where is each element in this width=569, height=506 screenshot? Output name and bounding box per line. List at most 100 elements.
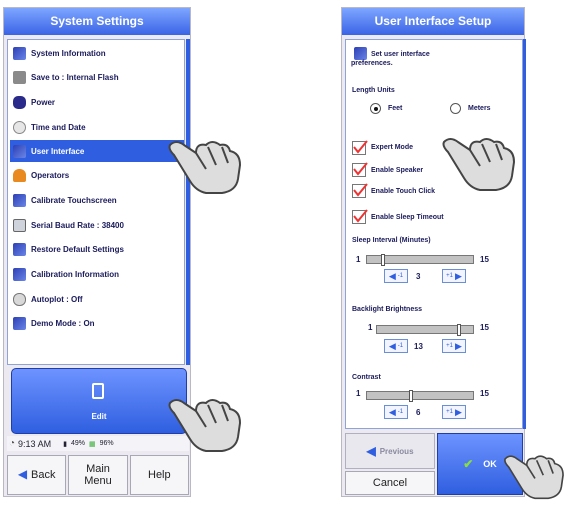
expert-mode-checkbox[interactable] bbox=[352, 140, 368, 155]
book-icon bbox=[13, 316, 26, 330]
pointing-hand-icon bbox=[168, 141, 242, 194]
slider-thumb[interactable] bbox=[381, 254, 385, 266]
serial-icon bbox=[13, 218, 26, 232]
increment-button[interactable]: +1 ▶ bbox=[442, 405, 466, 419]
slider-min: 1 bbox=[368, 323, 373, 332]
backlight-brightness-value: 13 bbox=[414, 342, 423, 351]
pointing-hand-icon bbox=[504, 455, 564, 500]
cancel-button[interactable]: Cancel bbox=[345, 471, 435, 495]
book-icon bbox=[13, 193, 26, 207]
enable-sleep-timeout-label: Enable Sleep Timeout bbox=[371, 214, 444, 221]
enable-touch-click-checkbox[interactable] bbox=[352, 183, 368, 198]
edit-button[interactable]: Edit bbox=[11, 368, 187, 434]
sleep-interval-value: 3 bbox=[416, 272, 421, 281]
slider-max: 15 bbox=[480, 323, 489, 332]
setup-intro-text: Set user interface preferences. bbox=[351, 51, 430, 67]
radio-feet[interactable] bbox=[370, 103, 381, 114]
back-button-label: Back bbox=[31, 468, 56, 481]
decrement-label: -1 bbox=[397, 273, 404, 279]
sleep-interval-slider[interactable] bbox=[366, 254, 474, 266]
settings-item-restore-defaults[interactable]: Restore Default Settings bbox=[10, 238, 184, 260]
previous-button[interactable]: ◀ Previous bbox=[345, 433, 435, 469]
status-bar: ◔ 9:13 AM ▮ 49% ▦ 96% bbox=[7, 436, 189, 451]
back-button[interactable]: ◀ Back bbox=[7, 455, 67, 495]
settings-list-scrollbar[interactable] bbox=[186, 39, 190, 365]
sleep-interval-label: Sleep Interval (Minutes) bbox=[352, 237, 431, 244]
clock-icon: ◔ bbox=[9, 438, 16, 449]
previous-arrow-icon: ◀ bbox=[366, 444, 376, 458]
contrast-label: Contrast bbox=[352, 374, 381, 381]
system-settings-panel: System Settings System Information Save … bbox=[3, 7, 191, 497]
increment-button[interactable]: +1 ▶ bbox=[442, 269, 466, 283]
edit-button-label: Edit bbox=[91, 412, 107, 421]
settings-item-demo-mode[interactable]: Demo Mode : On bbox=[10, 312, 184, 334]
book-icon bbox=[13, 46, 26, 60]
pointing-hand-icon bbox=[442, 138, 516, 191]
memory-level: 96% bbox=[99, 440, 114, 447]
settings-item-serial-baud-rate[interactable]: Serial Baud Rate : 38400 bbox=[10, 214, 184, 236]
increment-label: +1 bbox=[446, 273, 453, 279]
book-icon bbox=[13, 242, 26, 256]
decrement-button[interactable]: ◀ -1 bbox=[384, 339, 408, 353]
decrement-label: -1 bbox=[397, 343, 404, 349]
setup-scrollbar[interactable] bbox=[523, 39, 526, 429]
enable-speaker-checkbox[interactable] bbox=[352, 162, 368, 177]
settings-item-label: Calibration Information bbox=[31, 269, 119, 279]
slider-max: 15 bbox=[480, 389, 489, 398]
clock-icon bbox=[13, 120, 26, 134]
settings-item-label: Power bbox=[31, 97, 56, 107]
ok-button-label: OK bbox=[483, 459, 497, 469]
settings-item-user-interface[interactable]: User Interface bbox=[10, 140, 184, 162]
book-icon bbox=[13, 267, 26, 281]
settings-item-time-and-date[interactable]: Time and Date bbox=[10, 116, 184, 138]
settings-item-label: Demo Mode : On bbox=[31, 318, 95, 328]
settings-item-label: Serial Baud Rate : 38400 bbox=[31, 220, 124, 230]
backlight-brightness-slider[interactable] bbox=[376, 324, 474, 336]
memory-icon: ▦ bbox=[88, 440, 96, 448]
settings-item-label: Restore Default Settings bbox=[31, 244, 124, 254]
radio-meters[interactable] bbox=[450, 103, 461, 114]
book-icon bbox=[13, 144, 26, 158]
settings-item-autoplot[interactable]: Autoplot : Off bbox=[10, 288, 184, 310]
battery-level: 49% bbox=[70, 440, 85, 447]
radio-meters-label: Meters bbox=[468, 105, 491, 112]
settings-item-calibration-information[interactable]: Calibration Information bbox=[10, 263, 184, 285]
length-units-label: Length Units bbox=[352, 87, 395, 94]
bottom-bar: ◀ Back Main Menu Help bbox=[7, 455, 189, 495]
checkmark-icon bbox=[353, 183, 368, 197]
settings-item-label: Time and Date bbox=[31, 122, 86, 132]
settings-item-operators[interactable]: Operators bbox=[10, 164, 184, 186]
user-interface-setup-panel: User Interface Setup Set user interface … bbox=[341, 7, 526, 497]
settings-item-label: System Information bbox=[31, 48, 106, 58]
settings-item-save-to[interactable]: Save to : Internal Flash bbox=[10, 66, 184, 88]
enable-sleep-timeout-checkbox[interactable] bbox=[352, 209, 368, 224]
settings-item-power[interactable]: Power bbox=[10, 91, 184, 113]
settings-item-label: Save to : Internal Flash bbox=[31, 72, 119, 82]
system-settings-title: System Settings bbox=[4, 8, 190, 35]
enable-speaker-label: Enable Speaker bbox=[371, 167, 424, 174]
increment-button[interactable]: +1 ▶ bbox=[442, 339, 466, 353]
decrement-button[interactable]: ◀ -1 bbox=[384, 405, 408, 419]
settings-item-system-information[interactable]: System Information bbox=[10, 42, 184, 64]
checkmark-icon bbox=[353, 140, 368, 154]
settings-item-label: User Interface bbox=[31, 146, 85, 156]
backlight-brightness-label: Backlight Brightness bbox=[352, 306, 423, 313]
radio-feet-label: Feet bbox=[388, 105, 403, 112]
checkmark-icon: ✔ bbox=[463, 457, 474, 471]
settings-item-calibrate-touchscreen[interactable]: Calibrate Touchscreen bbox=[10, 189, 184, 211]
help-button-label: Help bbox=[148, 468, 171, 481]
contrast-slider[interactable] bbox=[366, 390, 474, 402]
main-menu-button[interactable]: Main Menu bbox=[68, 455, 128, 495]
increment-label: +1 bbox=[446, 409, 453, 415]
main-menu-button-label: Main Menu bbox=[84, 462, 112, 487]
decrement-button[interactable]: ◀ -1 bbox=[384, 269, 408, 283]
back-arrow-icon: ◀ bbox=[17, 467, 28, 482]
operator-icon bbox=[13, 168, 26, 182]
settings-list: System Information Save to : Internal Fl… bbox=[7, 39, 185, 365]
slider-thumb[interactable] bbox=[457, 324, 461, 336]
edit-icon bbox=[92, 383, 104, 399]
slider-thumb[interactable] bbox=[409, 390, 413, 402]
slider-min: 1 bbox=[356, 389, 361, 398]
help-button[interactable]: Help bbox=[129, 455, 189, 495]
cancel-button-label: Cancel bbox=[372, 477, 408, 489]
